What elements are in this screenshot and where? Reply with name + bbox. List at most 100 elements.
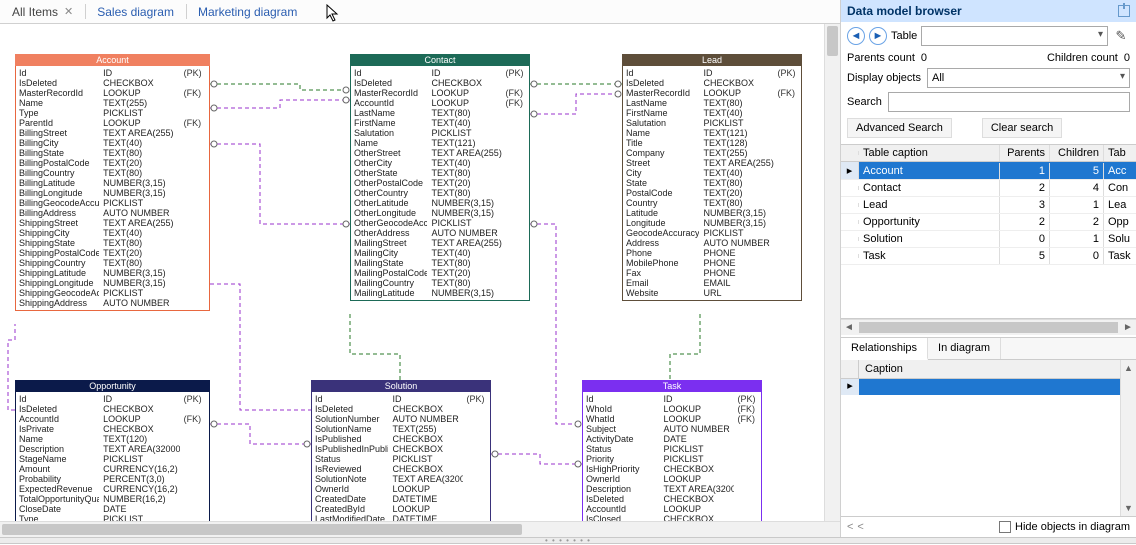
horizontal-splitter[interactable]: • • • • • • • [0,537,1136,544]
field-row[interactable]: ShippingStreetTEXT AREA(255) [19,218,206,228]
field-row[interactable]: MasterRecordIdLOOKUP(FK) [354,88,526,98]
field-row[interactable]: AccountIdLOOKUP [586,504,758,514]
search-input[interactable] [888,92,1130,112]
col-parents[interactable]: Parents [1000,145,1050,161]
field-row[interactable]: LastNameTEXT(80) [354,108,526,118]
field-row[interactable]: BillingPostalCodeTEXT(20) [19,158,206,168]
field-row[interactable]: MailingCountryTEXT(80) [354,278,526,288]
display-objects-select[interactable]: All [927,68,1130,88]
field-row[interactable]: IdID(PK) [19,394,206,404]
table-task[interactable]: TaskIdID(PK)WhoIdLOOKUP(FK)WhatIdLOOKUP(… [582,380,762,521]
nav-forward-button[interactable]: ► [869,27,887,45]
field-row[interactable]: OtherStateTEXT(80) [354,168,526,178]
field-row[interactable]: SalutationPICKLIST [626,118,798,128]
field-row[interactable]: StageNamePICKLIST [19,454,206,464]
field-row[interactable]: IsDeletedCHECKBOX [315,404,487,414]
field-row[interactable]: SolutionNoteTEXT AREA(32000) [315,474,487,484]
field-row[interactable]: TitleTEXT(128) [626,138,798,148]
field-row[interactable]: DescriptionTEXT AREA(32000) [19,444,206,454]
field-row[interactable]: MailingPostalCodeTEXT(20) [354,268,526,278]
field-row[interactable]: IsDeletedCHECKBOX [586,494,758,504]
field-row[interactable]: CountryTEXT(80) [626,198,798,208]
table-row-opportunity[interactable]: Opportunity22Opp [841,214,1136,231]
canvas-horizontal-scrollbar[interactable] [0,521,840,537]
field-row[interactable]: SolutionNumberAUTO NUMBER [315,414,487,424]
field-row[interactable]: IsReviewedCHECKBOX [315,464,487,474]
field-row[interactable]: StatusPICKLIST [315,454,487,464]
field-row[interactable]: IdID(PK) [626,68,798,78]
tab-marketing-diagram[interactable]: Marketing diagram [186,0,309,23]
field-row[interactable]: TypePICKLIST [19,108,206,118]
field-row[interactable]: IsDeletedCHECKBOX [626,78,798,88]
field-row[interactable]: ParentIdLOOKUP(FK) [19,118,206,128]
field-row[interactable]: BillingAddressAUTO NUMBER [19,208,206,218]
field-row[interactable]: NameTEXT(255) [19,98,206,108]
field-row[interactable]: MasterRecordIdLOOKUP(FK) [19,88,206,98]
field-row[interactable]: FaxPHONE [626,268,798,278]
table-opportunity[interactable]: OpportunityIdID(PK)IsDeletedCHECKBOXAcco… [15,380,210,521]
field-row[interactable]: BillingStreetTEXT AREA(255) [19,128,206,138]
table-row-contact[interactable]: Contact24Con [841,180,1136,197]
table-account[interactable]: AccountIdID(PK)IsDeletedCHECKBOXMasterRe… [15,54,210,311]
field-row[interactable]: ShippingCityTEXT(40) [19,228,206,238]
field-row[interactable]: MailingStreetTEXT AREA(255) [354,238,526,248]
field-row[interactable]: MobilePhonePHONE [626,258,798,268]
field-row[interactable]: CreatedByIdLOOKUP [315,504,487,514]
field-row[interactable]: EmailEMAIL [626,278,798,288]
field-row[interactable]: OwnerIdLOOKUP [586,474,758,484]
relationships-vertical-scrollbar[interactable]: ▲▼ [1120,360,1136,516]
field-row[interactable]: LastNameTEXT(80) [626,98,798,108]
field-row[interactable]: ExpectedRevenueCURRENCY(16,2) [19,484,206,494]
field-row[interactable]: OtherPostalCodeTEXT(20) [354,178,526,188]
field-row[interactable]: AmountCURRENCY(16,2) [19,464,206,474]
field-row[interactable]: TypePICKLIST [19,514,206,521]
hide-objects-checkbox[interactable]: Hide objects in diagram [999,521,1130,533]
field-row[interactable]: BillingGeocodeAccuracyPICKLIST [19,198,206,208]
field-row[interactable]: OtherGeocodeAccuracyPICKLIST [354,218,526,228]
field-row[interactable]: OtherCityTEXT(40) [354,158,526,168]
field-row[interactable]: OwnerIdLOOKUP [315,484,487,494]
table-lead[interactable]: LeadIdID(PK)IsDeletedCHECKBOXMasterRecor… [622,54,802,301]
field-row[interactable]: BillingCityTEXT(40) [19,138,206,148]
clear-search-button[interactable]: Clear search [982,118,1062,138]
field-row[interactable]: IsDeletedCHECKBOX [354,78,526,88]
col-caption[interactable]: Caption [859,360,1120,378]
field-row[interactable]: BillingCountryTEXT(80) [19,168,206,178]
field-row[interactable]: SubjectAUTO NUMBER [586,424,758,434]
table-row-task[interactable]: Task50Task [841,248,1136,265]
field-row[interactable]: MailingLatitudeNUMBER(3,15) [354,288,526,298]
field-row[interactable]: WhoIdLOOKUP(FK) [586,404,758,414]
field-row[interactable]: AddressAUTO NUMBER [626,238,798,248]
field-row[interactable]: ShippingCountryTEXT(80) [19,258,206,268]
field-row[interactable]: AccountIdLOOKUP(FK) [354,98,526,108]
field-row[interactable]: SolutionNameTEXT(255) [315,424,487,434]
field-row[interactable]: StatusPICKLIST [586,444,758,454]
field-row[interactable]: LongitudeNUMBER(3,15) [626,218,798,228]
field-row[interactable]: LastModifiedDateDATETIME [315,514,487,521]
field-row[interactable]: SalutationPICKLIST [354,128,526,138]
field-row[interactable]: OtherLongitudeNUMBER(3,15) [354,208,526,218]
field-row[interactable]: ActivityDateDATE [586,434,758,444]
tab-relationships[interactable]: Relationships [841,338,928,360]
field-row[interactable]: WebsiteURL [626,288,798,298]
field-row[interactable]: ShippingLatitudeNUMBER(3,15) [19,268,206,278]
tab-sales-diagram[interactable]: Sales diagram [85,0,186,23]
field-row[interactable]: FirstNameTEXT(40) [354,118,526,128]
field-row[interactable]: IdID(PK) [19,68,206,78]
field-row[interactable]: IdID(PK) [586,394,758,404]
canvas-vertical-scrollbar[interactable] [824,24,840,521]
table-row-solution[interactable]: Solution01Solu [841,231,1136,248]
field-row[interactable]: ProbabilityPERCENT(3,0) [19,474,206,484]
col-table-caption[interactable]: Table caption [859,145,1000,161]
field-row[interactable]: NameTEXT(121) [626,128,798,138]
field-row[interactable]: DescriptionTEXT AREA(32000) [586,484,758,494]
field-row[interactable]: BillingStateTEXT(80) [19,148,206,158]
field-row[interactable]: OtherCountryTEXT(80) [354,188,526,198]
field-row[interactable]: StreetTEXT AREA(255) [626,158,798,168]
field-row[interactable]: IdID(PK) [315,394,487,404]
field-row[interactable]: NameTEXT(120) [19,434,206,444]
field-row[interactable]: IsPublishedInPublicKbCHECKBOX [315,444,487,454]
tab-all-items[interactable]: All Items ✕ [0,0,85,23]
field-row[interactable]: IsClosedCHECKBOX [586,514,758,521]
field-row[interactable]: GeocodeAccuracyPICKLIST [626,228,798,238]
